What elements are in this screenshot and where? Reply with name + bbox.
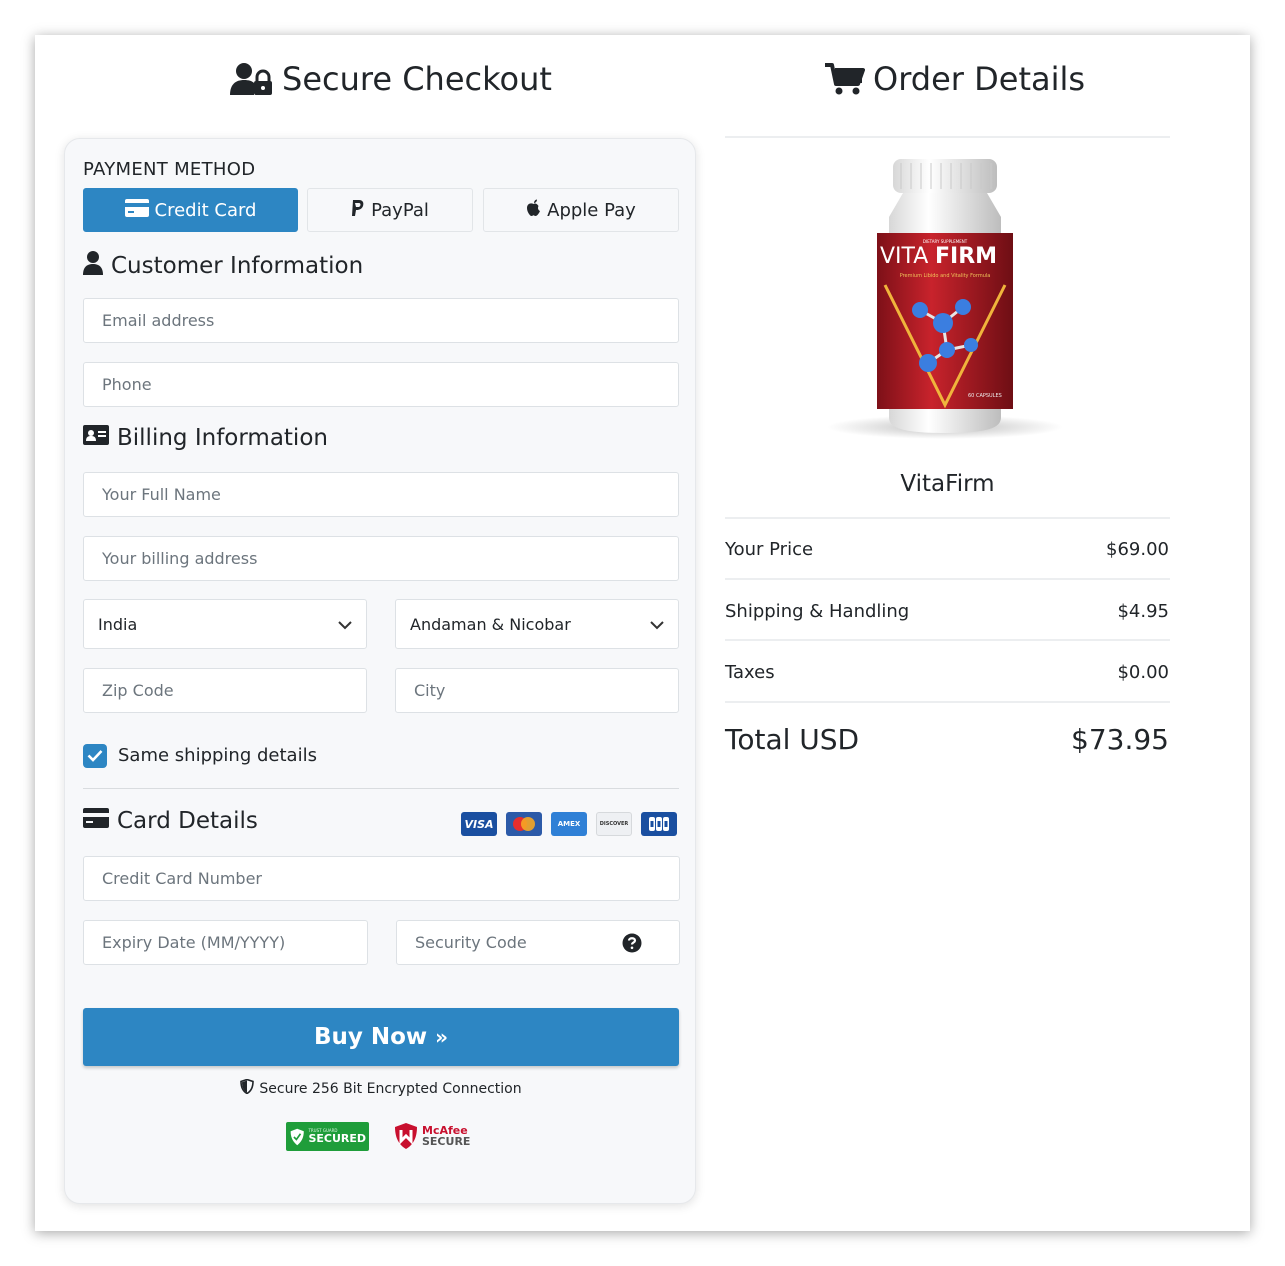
order-divider [725, 578, 1170, 580]
user-icon [83, 251, 103, 281]
double-chevron-right-icon: » [435, 1025, 449, 1049]
email-field[interactable] [83, 298, 679, 343]
mcafee-secure-badge: McAfee SECURE [394, 1120, 476, 1152]
order-title: Order Details [873, 60, 1086, 98]
credit-card-icon [83, 808, 109, 834]
order-heading: Order Details [825, 60, 1085, 98]
svg-text:Premium Libido and Vitality Fo: Premium Libido and Vitality Formula [900, 273, 991, 279]
buy-now-label: Buy Now [313, 1024, 428, 1050]
discover-logo-text: DISCOVER [599, 821, 629, 827]
visa-icon: VISA [461, 812, 497, 836]
credit-card-icon [124, 198, 149, 222]
mcafee-shield-icon [395, 1123, 417, 1149]
amex-logo-text: AMEX [557, 820, 581, 828]
taxes-label: Taxes [725, 662, 775, 683]
order-top-divider [725, 136, 1170, 138]
product-name: VitaFirm [900, 471, 995, 497]
shipping-value: $4.95 [1117, 601, 1169, 622]
shipping-label: Shipping & Handling [725, 601, 910, 622]
mastercard-icon [506, 812, 542, 836]
price-value: $69.00 [1106, 539, 1169, 560]
taxes-value: $0.00 [1117, 662, 1169, 683]
price-label: Your Price [725, 539, 814, 560]
checkout-heading: Secure Checkout [230, 60, 552, 98]
card-details-title: Card Details [117, 808, 258, 834]
chevron-down-icon [338, 615, 352, 634]
phone-field[interactable] [83, 362, 679, 407]
checkout-title: Secure Checkout [282, 60, 552, 98]
billing-address-field[interactable] [83, 536, 679, 581]
amex-icon: AMEX [551, 812, 587, 836]
shopping-cart-icon [825, 62, 865, 96]
tab-credit-card-label: Credit Card [154, 199, 257, 221]
total-label: Total USD [725, 723, 860, 756]
mcafee-main-text: SECURE [422, 1135, 471, 1148]
tab-apple-pay[interactable]: Apple Pay [483, 188, 679, 232]
paypal-icon [351, 199, 365, 222]
question-circle-icon[interactable] [622, 933, 642, 957]
tab-paypal-label: PayPal [371, 199, 429, 221]
svg-text:VITA: VITA [880, 244, 928, 269]
checkmark-icon [87, 747, 103, 766]
same-shipping-label[interactable]: Same shipping details [118, 745, 317, 766]
card-details-heading: Card Details [83, 808, 258, 834]
shield-icon [240, 1078, 255, 1098]
billing-info-title: Billing Information [117, 425, 328, 451]
jcb-icon [641, 812, 677, 836]
shield-check-icon [290, 1128, 304, 1145]
visa-logo-text: VISA [464, 817, 494, 831]
country-select-value: India [98, 614, 138, 634]
product-image: DIETARY SUPPLEMENT VITA FIRM Premium Lib… [825, 155, 1065, 445]
total-value: $73.95 [1071, 723, 1169, 756]
order-divider [725, 517, 1170, 519]
address-card-icon [83, 425, 109, 451]
zip-code-field[interactable] [83, 668, 367, 713]
expiry-date-field[interactable] [83, 920, 368, 965]
svg-text:FIRM: FIRM [935, 244, 997, 269]
state-select-value: Andaman & Nicobar [410, 614, 571, 634]
svg-text:60 CAPSULES: 60 CAPSULES [968, 393, 1002, 399]
checkout-page: Secure Checkout Order Details PAYMENT ME… [35, 35, 1250, 1231]
country-select[interactable]: India [83, 599, 367, 649]
chevron-down-icon [650, 615, 664, 634]
tab-credit-card[interactable]: Credit Card [83, 188, 298, 232]
trust-guard-main-text: SECURED [308, 1132, 366, 1145]
apple-icon [526, 199, 541, 222]
section-divider [83, 788, 679, 789]
card-number-field[interactable] [83, 856, 680, 901]
buy-now-button[interactable]: Buy Now » [83, 1008, 679, 1066]
order-divider [725, 639, 1170, 641]
customer-info-heading: Customer Information [83, 251, 363, 281]
same-shipping-checkbox[interactable] [83, 744, 107, 768]
checkout-form-panel: PAYMENT METHOD Credit Card PayPal Apple … [64, 138, 696, 1204]
customer-info-title: Customer Information [111, 253, 364, 279]
payment-method-label: PAYMENT METHOD [83, 159, 256, 180]
discover-icon: DISCOVER [596, 812, 632, 836]
trust-guard-badge: TRUST GUARD SECURED [286, 1122, 369, 1151]
secure-connection-note: Secure 256 Bit Encrypted Connection [65, 1078, 697, 1098]
tab-apple-pay-label: Apple Pay [547, 199, 636, 221]
state-select[interactable]: Andaman & Nicobar [395, 599, 679, 649]
order-divider [725, 701, 1170, 703]
tab-paypal[interactable]: PayPal [307, 188, 473, 232]
billing-info-heading: Billing Information [83, 425, 328, 451]
secure-connection-text: Secure 256 Bit Encrypted Connection [259, 1080, 522, 1097]
full-name-field[interactable] [83, 472, 679, 517]
city-field[interactable] [395, 668, 679, 713]
user-lock-icon [230, 62, 274, 96]
